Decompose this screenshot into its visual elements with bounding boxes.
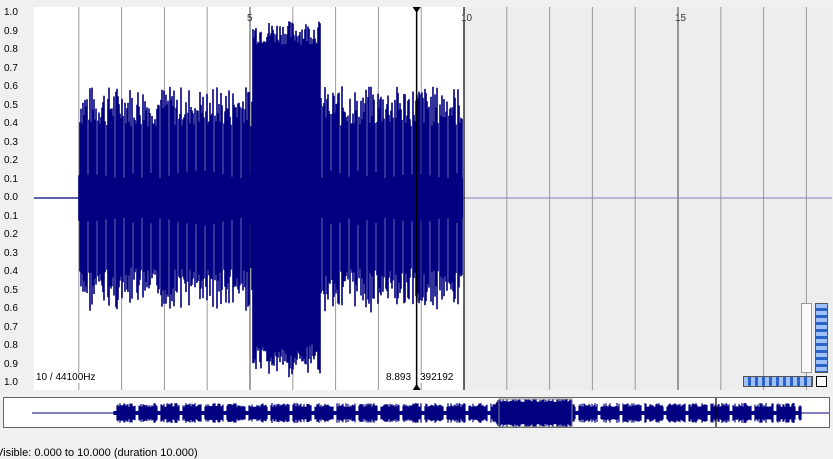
y-tick-label: 0.7 bbox=[4, 321, 18, 333]
y-tick-label: 0.4 bbox=[4, 118, 18, 129]
waveform-view[interactable]: 5 10 15 10 / 44100Hz 8.893 392192 bbox=[34, 7, 832, 390]
y-tick-label: 0.3 bbox=[4, 136, 18, 148]
y-tick-label: 0.4 bbox=[4, 266, 18, 277]
sample-rate-label: 10 / 44100Hz bbox=[34, 372, 98, 383]
y-tick-label: 0.0 bbox=[4, 192, 18, 203]
vertical-zoom-track[interactable] bbox=[801, 303, 812, 373]
waveform-canvas[interactable] bbox=[34, 7, 832, 390]
y-tick-label: 0.1 bbox=[4, 173, 18, 185]
horizontal-zoom-slider[interactable] bbox=[743, 376, 813, 387]
x-tick-label: 10 bbox=[461, 13, 473, 24]
overview-trace bbox=[113, 399, 802, 427]
y-tick-label: 0.5 bbox=[4, 284, 18, 296]
y-tick-label: 0.8 bbox=[4, 44, 18, 55]
y-tick-label: 0.6 bbox=[4, 81, 18, 92]
cursor-head-icon[interactable] bbox=[412, 7, 421, 13]
cursor-sample-label: 392192 bbox=[418, 372, 456, 383]
y-tick-label: 0.9 bbox=[4, 25, 18, 37]
vertical-zoom-slider[interactable] bbox=[815, 303, 828, 373]
y-tick-label: 0.9 bbox=[4, 358, 18, 370]
y-tick-label: 0.3 bbox=[4, 247, 18, 259]
cursor-time-label: 8.893 bbox=[384, 372, 414, 383]
y-tick-label: 0.7 bbox=[4, 62, 18, 74]
y-tick-label: 0.2 bbox=[4, 229, 18, 240]
y-tick-label: 0.8 bbox=[4, 340, 18, 351]
x-tick-label: 5 bbox=[247, 13, 253, 24]
waveform-trace bbox=[34, 21, 463, 378]
y-tick-label: 1.0 bbox=[4, 377, 18, 388]
overview-strip[interactable] bbox=[3, 397, 830, 428]
cursor-foot-icon[interactable] bbox=[412, 384, 421, 390]
zoom-reset-box[interactable] bbox=[816, 376, 827, 387]
y-tick-label: 1.0 bbox=[4, 7, 18, 18]
y-tick-label: 0.2 bbox=[4, 155, 18, 166]
status-bar: Visible: 0.000 to 10.000 (duration 10.00… bbox=[0, 447, 198, 459]
y-tick-label: 0.1 bbox=[4, 210, 18, 222]
x-tick-label: 15 bbox=[675, 13, 687, 24]
y-tick-label: 0.5 bbox=[4, 99, 18, 111]
overview-waveform[interactable] bbox=[4, 398, 830, 428]
y-tick-label: 0.6 bbox=[4, 303, 18, 314]
